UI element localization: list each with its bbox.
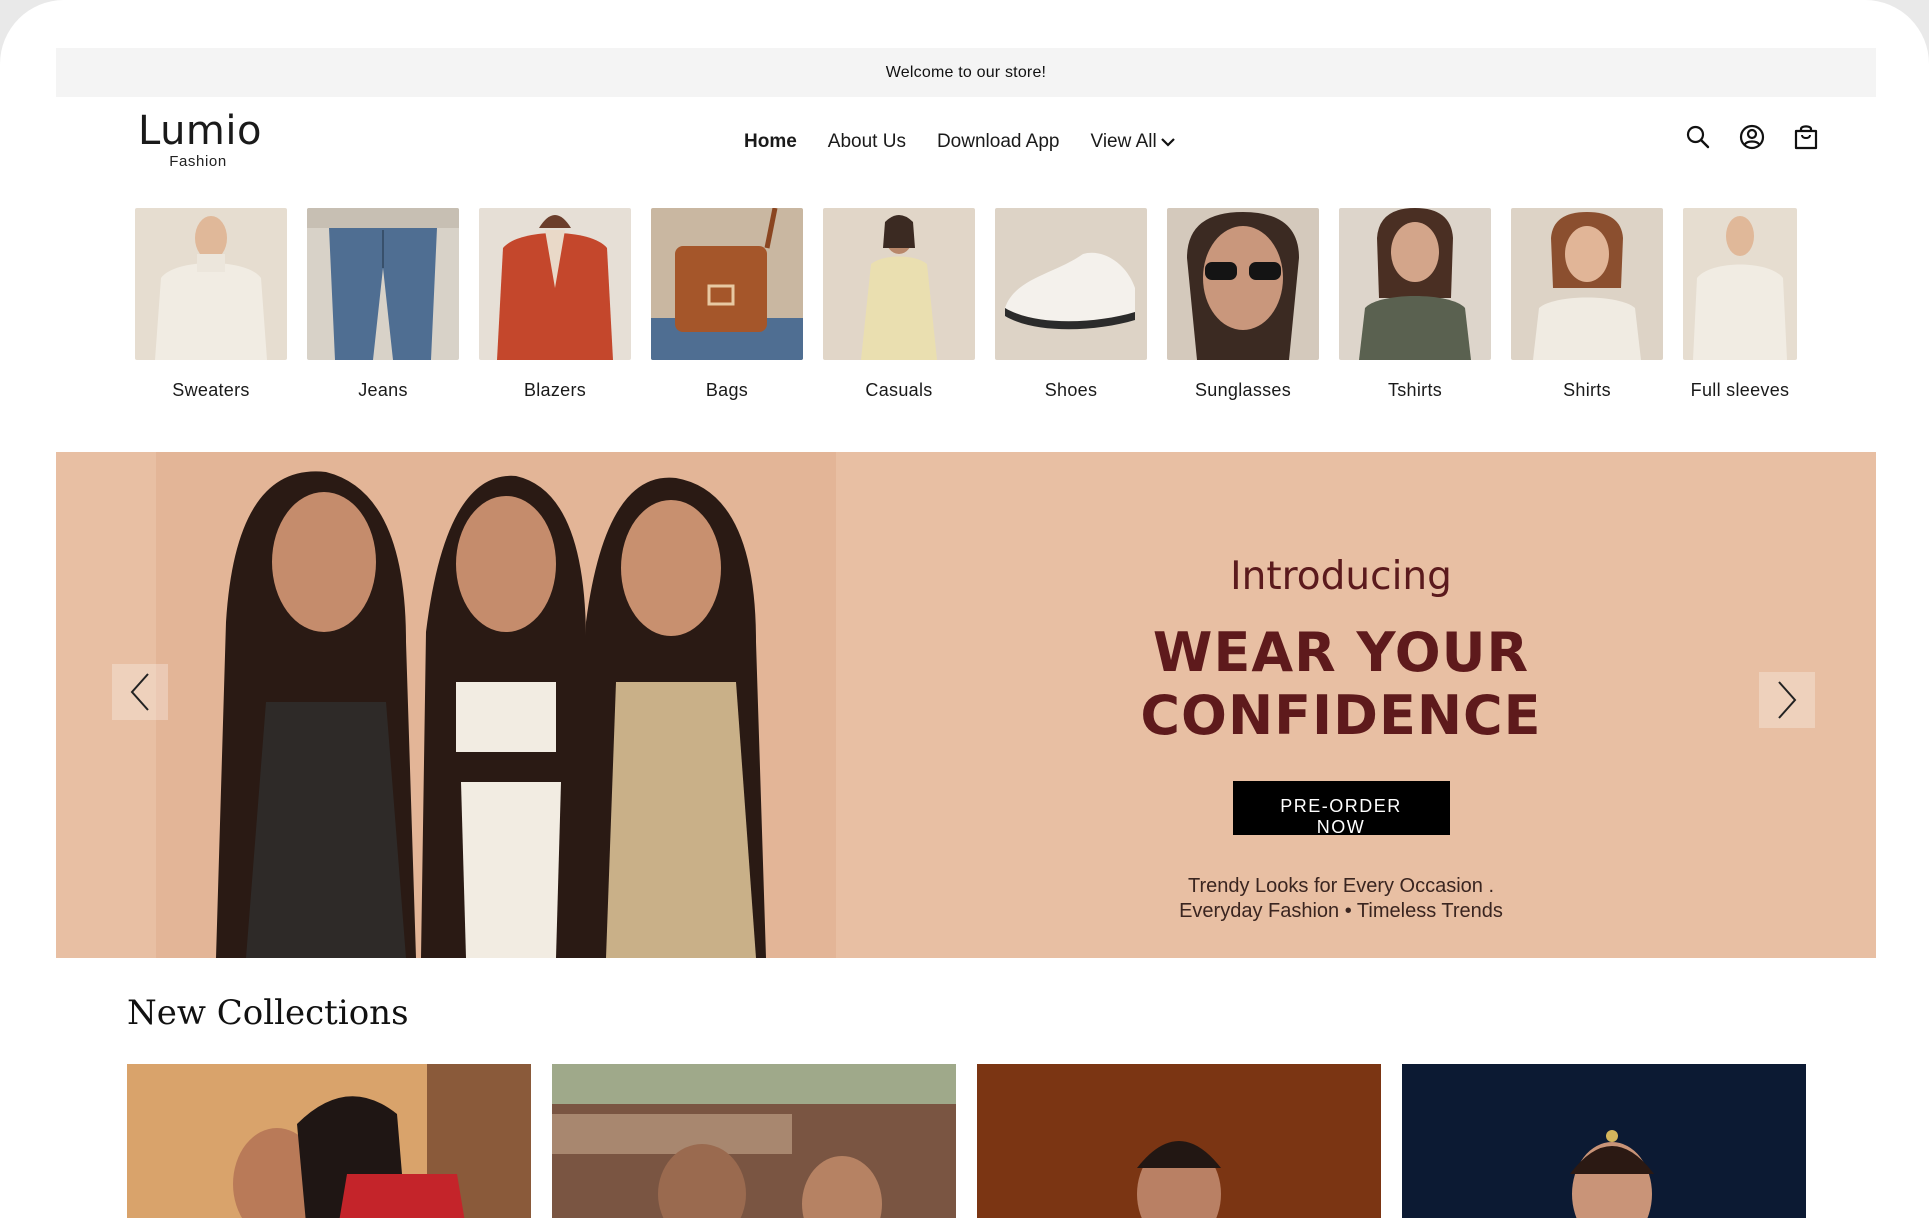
nav-download-label: Download App bbox=[936, 131, 1060, 152]
category-label: Tshirts bbox=[1387, 380, 1443, 400]
category-label: Jeans bbox=[358, 380, 408, 400]
category-image bbox=[995, 208, 1147, 360]
category-image bbox=[135, 208, 287, 360]
category-shirts[interactable]: Shirts bbox=[1511, 208, 1663, 401]
category-image bbox=[479, 208, 631, 360]
brand-name: Lumio bbox=[138, 108, 262, 154]
nav-view-all-label: View All bbox=[1090, 131, 1157, 152]
category-image bbox=[823, 208, 975, 360]
category-label: Full sleeves bbox=[1690, 380, 1790, 400]
account-icon[interactable] bbox=[1738, 123, 1766, 151]
hero-tagline-line2: Everyday Fashion • Timeless Trends bbox=[1179, 900, 1503, 922]
category-tshirts[interactable]: Tshirts bbox=[1339, 208, 1491, 401]
category-shoes[interactable]: Shoes bbox=[995, 208, 1147, 401]
category-label: Sunglasses bbox=[1194, 380, 1292, 400]
category-bags[interactable]: Bags bbox=[651, 208, 803, 401]
search-icon[interactable] bbox=[1684, 123, 1712, 151]
carousel-prev-button[interactable] bbox=[112, 664, 168, 720]
pre-order-button[interactable]: PRE-ORDER NOW bbox=[1232, 781, 1450, 837]
hero-image bbox=[156, 452, 836, 958]
nav-about-label: About Us bbox=[827, 131, 906, 152]
collection-card[interactable] bbox=[552, 1064, 956, 1218]
nav-home[interactable]: Home bbox=[744, 131, 797, 153]
brand-logo[interactable]: Lumio Fashion bbox=[138, 108, 262, 170]
category-sunglasses[interactable]: Sunglasses bbox=[1167, 208, 1319, 401]
hero-title: WEAR YOUR CONFIDENCE bbox=[1140, 621, 1542, 747]
category-strip: Sweaters Jeans Blazers Bags Casuals Shoe… bbox=[135, 208, 1797, 401]
collection-card[interactable] bbox=[977, 1064, 1381, 1218]
collection-card[interactable] bbox=[127, 1064, 531, 1218]
category-label: Blazers bbox=[523, 380, 587, 400]
nav-view-all[interactable]: View All bbox=[1091, 131, 1175, 153]
category-full-sleeves[interactable]: Full sleeves bbox=[1683, 208, 1797, 401]
cart-bag-icon[interactable] bbox=[1792, 123, 1820, 151]
nav-download-app[interactable]: Download App bbox=[937, 131, 1060, 153]
category-label: Shirts bbox=[1563, 380, 1611, 400]
category-image bbox=[1683, 208, 1797, 360]
announcement-text: Welcome to our store! bbox=[885, 63, 1047, 81]
hero-banner: Introducing WEAR YOUR CONFIDENCE PRE-ORD… bbox=[56, 452, 1876, 958]
category-image bbox=[1511, 208, 1663, 360]
collections-grid bbox=[127, 1064, 1806, 1218]
page-frame: Welcome to our store! Lumio Fashion Home… bbox=[0, 0, 1929, 1218]
category-image bbox=[1167, 208, 1319, 360]
category-casuals[interactable]: Casuals bbox=[823, 208, 975, 401]
category-label: Shoes bbox=[1044, 380, 1098, 400]
category-label: Sweaters bbox=[172, 380, 250, 400]
category-label: Casuals bbox=[865, 380, 933, 400]
category-image bbox=[1339, 208, 1491, 360]
nav-home-label: Home bbox=[744, 131, 797, 152]
category-image bbox=[307, 208, 459, 360]
category-image bbox=[651, 208, 803, 360]
nav-about-us[interactable]: About Us bbox=[828, 131, 906, 153]
new-collections-title: New Collections bbox=[127, 993, 409, 1033]
header-icons bbox=[1684, 123, 1820, 151]
hero-copy: Introducing WEAR YOUR CONFIDENCE PRE-ORD… bbox=[981, 554, 1701, 924]
announcement-bar: Welcome to our store! bbox=[56, 48, 1876, 97]
collection-card[interactable] bbox=[1402, 1064, 1806, 1218]
chevron-down-icon bbox=[1160, 138, 1175, 147]
site-header: Lumio Fashion Home About Us Download App… bbox=[56, 97, 1876, 187]
hero-tagline-line1: Trendy Looks for Every Occasion . bbox=[1187, 875, 1495, 897]
hero-intro: Introducing bbox=[1230, 554, 1452, 599]
carousel-next-button[interactable] bbox=[1759, 672, 1815, 728]
hero-tagline: Trendy Looks for Every Occasion . Everyd… bbox=[981, 874, 1701, 924]
category-sweaters[interactable]: Sweaters bbox=[135, 208, 287, 401]
chevron-left-icon bbox=[130, 673, 149, 711]
category-jeans[interactable]: Jeans bbox=[307, 208, 459, 401]
chevron-right-icon bbox=[1778, 681, 1797, 719]
category-label: Bags bbox=[705, 380, 749, 400]
category-blazers[interactable]: Blazers bbox=[479, 208, 631, 401]
brand-tagline: Fashion bbox=[169, 153, 227, 170]
main-nav: Home About Us Download App View All bbox=[744, 131, 1175, 153]
